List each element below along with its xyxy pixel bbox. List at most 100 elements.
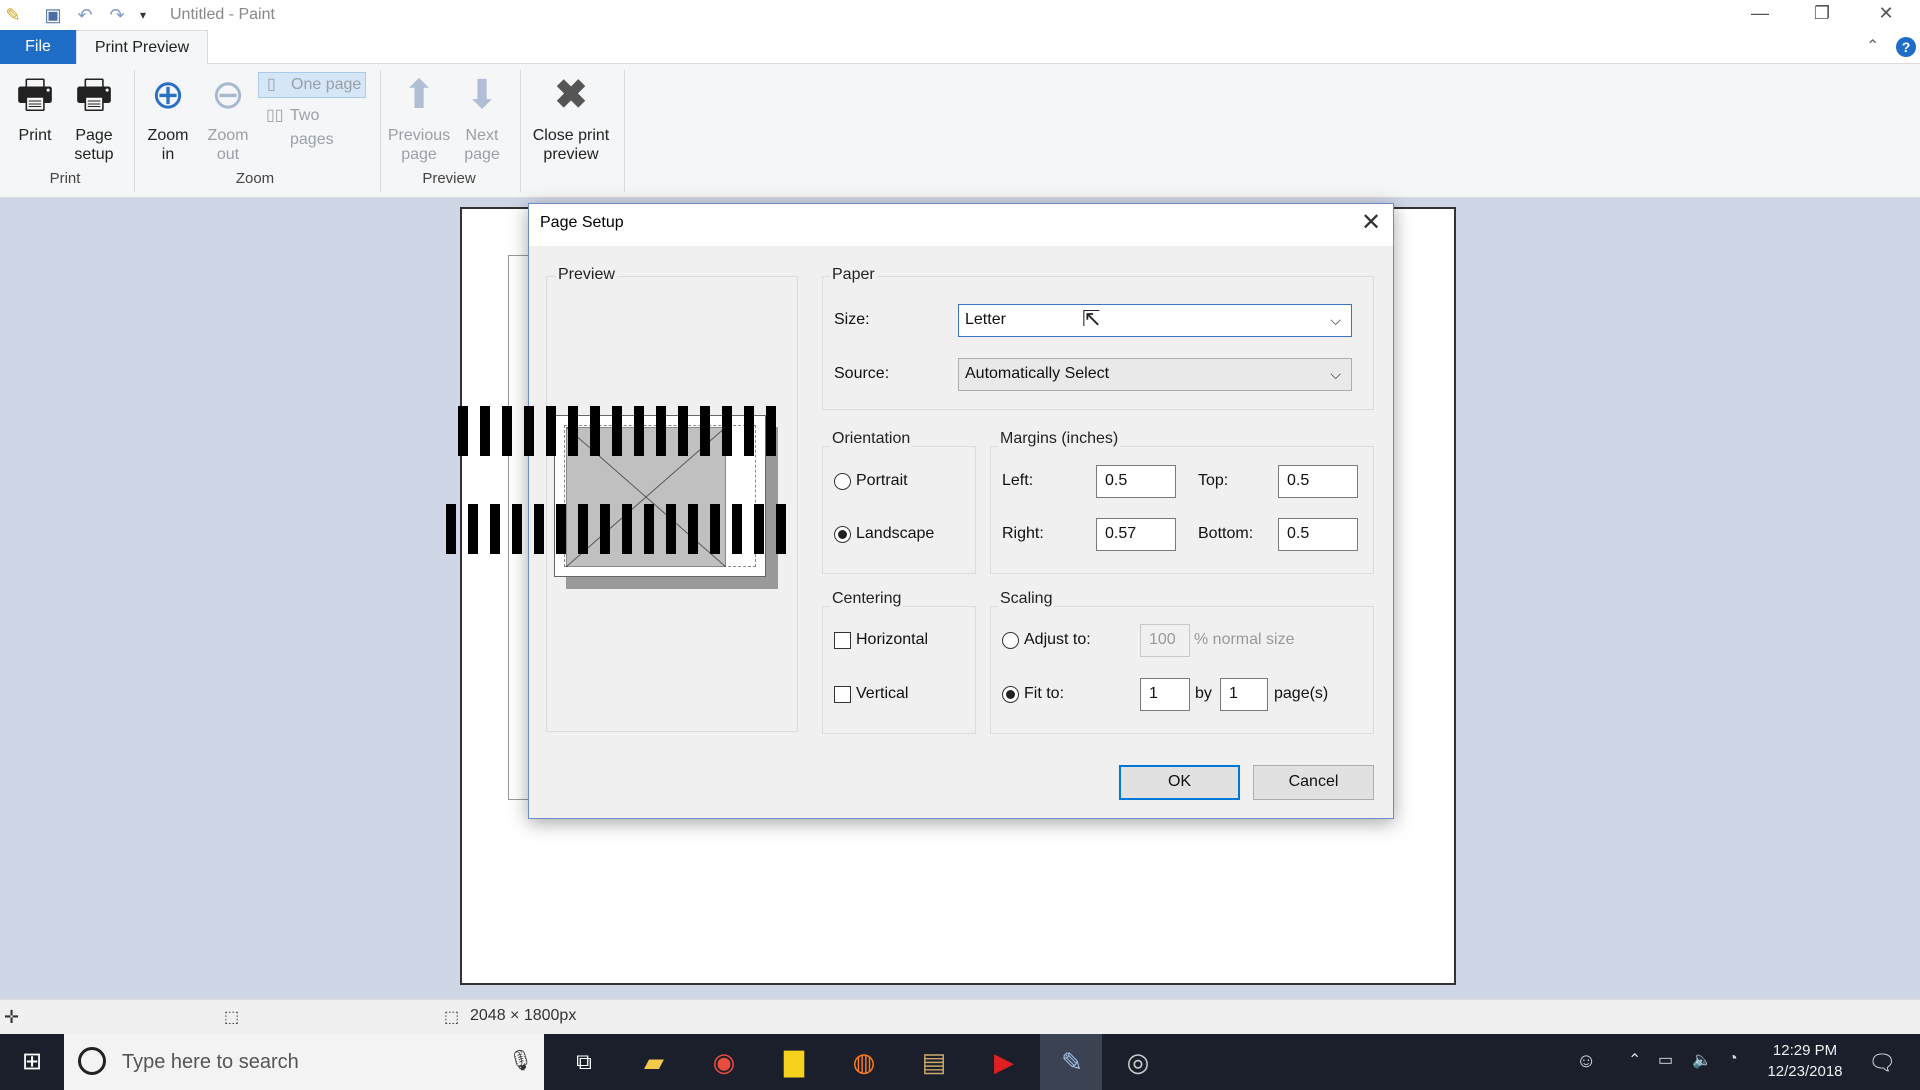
- canvas-dimensions: 2048 × 1800px: [470, 1007, 577, 1024]
- task-view-icon[interactable]: ⧉: [562, 1040, 606, 1084]
- fit-to-radio[interactable]: [1002, 686, 1019, 703]
- ok-button[interactable]: OK: [1119, 765, 1240, 800]
- file-explorer-icon[interactable]: ▰: [632, 1040, 676, 1084]
- portrait-radio[interactable]: [834, 473, 851, 490]
- tab-file[interactable]: File: [0, 30, 76, 64]
- app-icon[interactable]: ▤: [912, 1040, 956, 1084]
- preview-group-label: Preview: [556, 266, 617, 284]
- cortana-icon: [78, 1047, 106, 1075]
- acrobat-icon[interactable]: ▶: [982, 1040, 1026, 1084]
- people-icon[interactable]: ☺: [1576, 1050, 1596, 1073]
- fit-pages-tall-input[interactable]: 1: [1220, 678, 1268, 711]
- dialog-title: Page Setup: [540, 214, 624, 231]
- horizontal-checkbox[interactable]: [834, 632, 851, 649]
- restore-button[interactable]: ❐: [1792, 0, 1852, 28]
- taskbar-search-box[interactable]: Type here to search 🎙: [64, 1034, 544, 1090]
- show-hidden-icons[interactable]: ⌃: [1628, 1050, 1641, 1070]
- top-margin-input[interactable]: 0.5: [1278, 465, 1358, 498]
- printer-icon: 🖶: [16, 73, 54, 117]
- vertical-checkbox[interactable]: [834, 686, 851, 703]
- vertical-label: Vertical: [856, 685, 909, 702]
- paper-source-dropdown[interactable]: Automatically Select ⌵: [958, 358, 1352, 391]
- adjust-to-radio[interactable]: [1002, 632, 1019, 649]
- dialog-title-bar: [529, 204, 1393, 246]
- arrow-up-icon: ⬆: [402, 73, 436, 117]
- close-x-icon: ✖: [554, 73, 588, 117]
- group-separator: [134, 70, 135, 192]
- action-center-icon[interactable]: 🗨: [1868, 1050, 1896, 1076]
- zoom-in-button[interactable]: ⊕ Zoom in: [142, 70, 194, 164]
- cursor-position-icon: ✛: [4, 1007, 20, 1027]
- redo-icon[interactable]: ↷: [106, 5, 128, 25]
- landscape-radio[interactable]: [834, 526, 851, 543]
- landscape-label: Landscape: [856, 525, 935, 542]
- orientation-group-label: Orientation: [830, 430, 913, 448]
- collapse-ribbon-icon[interactable]: ⌃: [1866, 36, 1879, 56]
- page-setup-button[interactable]: 🖶 Page setup: [66, 70, 122, 164]
- one-page-button[interactable]: ▯ One page: [258, 72, 366, 98]
- adjust-to-label: Adjust to:: [1024, 631, 1091, 648]
- top-margin-label: Top:: [1198, 472, 1229, 489]
- adjust-percent-input[interactable]: 100: [1140, 624, 1190, 657]
- window-title: Untitled - Paint: [170, 6, 275, 23]
- left-margin-label: Left:: [1002, 472, 1034, 489]
- close-window-button[interactable]: ✕: [1856, 0, 1916, 28]
- paper-size-dropdown[interactable]: Letter ⌵: [958, 304, 1352, 337]
- margins-group-label: Margins (inches): [998, 430, 1121, 448]
- undo-icon[interactable]: ↶: [74, 5, 96, 25]
- minimize-button[interactable]: —: [1730, 0, 1790, 28]
- right-margin-input[interactable]: 0.57: [1096, 518, 1176, 551]
- obs-icon[interactable]: ◎: [1116, 1040, 1160, 1084]
- battery-icon[interactable]: ▭: [1658, 1050, 1673, 1070]
- portrait-label: Portrait: [856, 472, 908, 489]
- bottom-margin-input[interactable]: 0.5: [1278, 518, 1358, 551]
- size-label: Size:: [834, 311, 870, 328]
- group-separator: [380, 70, 381, 192]
- group-label-preview: Preview: [422, 170, 476, 187]
- bottom-margin-label: Bottom:: [1198, 525, 1254, 542]
- centering-group: [822, 606, 976, 734]
- volume-icon[interactable]: 🔈: [1692, 1050, 1712, 1070]
- tab-print-preview[interactable]: Print Preview: [76, 30, 208, 65]
- left-margin-input[interactable]: 0.5: [1096, 465, 1176, 498]
- microphone-icon: 🎙: [508, 1050, 534, 1072]
- redaction-bars-bottom: [446, 504, 798, 554]
- sticky-notes-icon[interactable]: ▇: [772, 1040, 816, 1084]
- chrome-icon[interactable]: ◉: [702, 1040, 746, 1084]
- group-label-zoom: Zoom: [235, 170, 275, 187]
- clock-date: 12/23/2018: [1767, 1063, 1843, 1080]
- windows-start-icon[interactable]: ⊞: [10, 1040, 54, 1084]
- next-page-button[interactable]: ⬇ Next page: [456, 70, 508, 164]
- paper-group-label: Paper: [830, 266, 877, 284]
- network-icon[interactable]: ◔: [1728, 1050, 1738, 1068]
- mouse-cursor-icon: ⇱: [1082, 306, 1101, 331]
- paint-taskbar-icon[interactable]: ✎: [1050, 1040, 1094, 1084]
- paint-app-icon[interactable]: ✎: [2, 5, 24, 25]
- fit-pages-wide-input[interactable]: 1: [1140, 678, 1190, 711]
- orientation-group: [822, 446, 976, 574]
- firefox-icon[interactable]: ◍: [842, 1040, 886, 1084]
- chevron-down-icon: ⌵: [1330, 366, 1341, 382]
- help-icon[interactable]: ?: [1896, 37, 1916, 57]
- cancel-button[interactable]: Cancel: [1253, 765, 1374, 800]
- arrow-down-icon: ⬇: [465, 73, 499, 117]
- previous-page-button[interactable]: ⬆ Previous page: [386, 70, 452, 164]
- print-button[interactable]: 🖶 Print: [10, 70, 60, 145]
- selection-size-icon: ⬚: [224, 1009, 240, 1026]
- title-bar: [0, 0, 1920, 30]
- save-icon[interactable]: ▣: [42, 5, 64, 25]
- chevron-down-icon: ⌵: [1330, 312, 1341, 328]
- dialog-close-button[interactable]: ✕: [1352, 208, 1390, 240]
- centering-group-label: Centering: [830, 590, 904, 608]
- zoom-out-button[interactable]: ⊖ Zoom out: [202, 70, 254, 164]
- status-bar: [0, 999, 1920, 1034]
- by-label: by: [1195, 685, 1212, 702]
- pages-label: page(s): [1274, 685, 1329, 702]
- taskbar-clock[interactable]: 12:29 PM 12/23/2018: [1762, 1040, 1848, 1082]
- two-pages-button[interactable]: ▯▯ Two pages: [258, 104, 366, 148]
- ribbon-tab-row: [0, 30, 1920, 64]
- scaling-group-label: Scaling: [998, 590, 1055, 608]
- customize-toolbar-icon[interactable]: ▾: [132, 5, 154, 25]
- two-pages-icon: ▯▯: [266, 107, 284, 124]
- close-print-preview-button[interactable]: ✖ Close print preview: [526, 70, 616, 164]
